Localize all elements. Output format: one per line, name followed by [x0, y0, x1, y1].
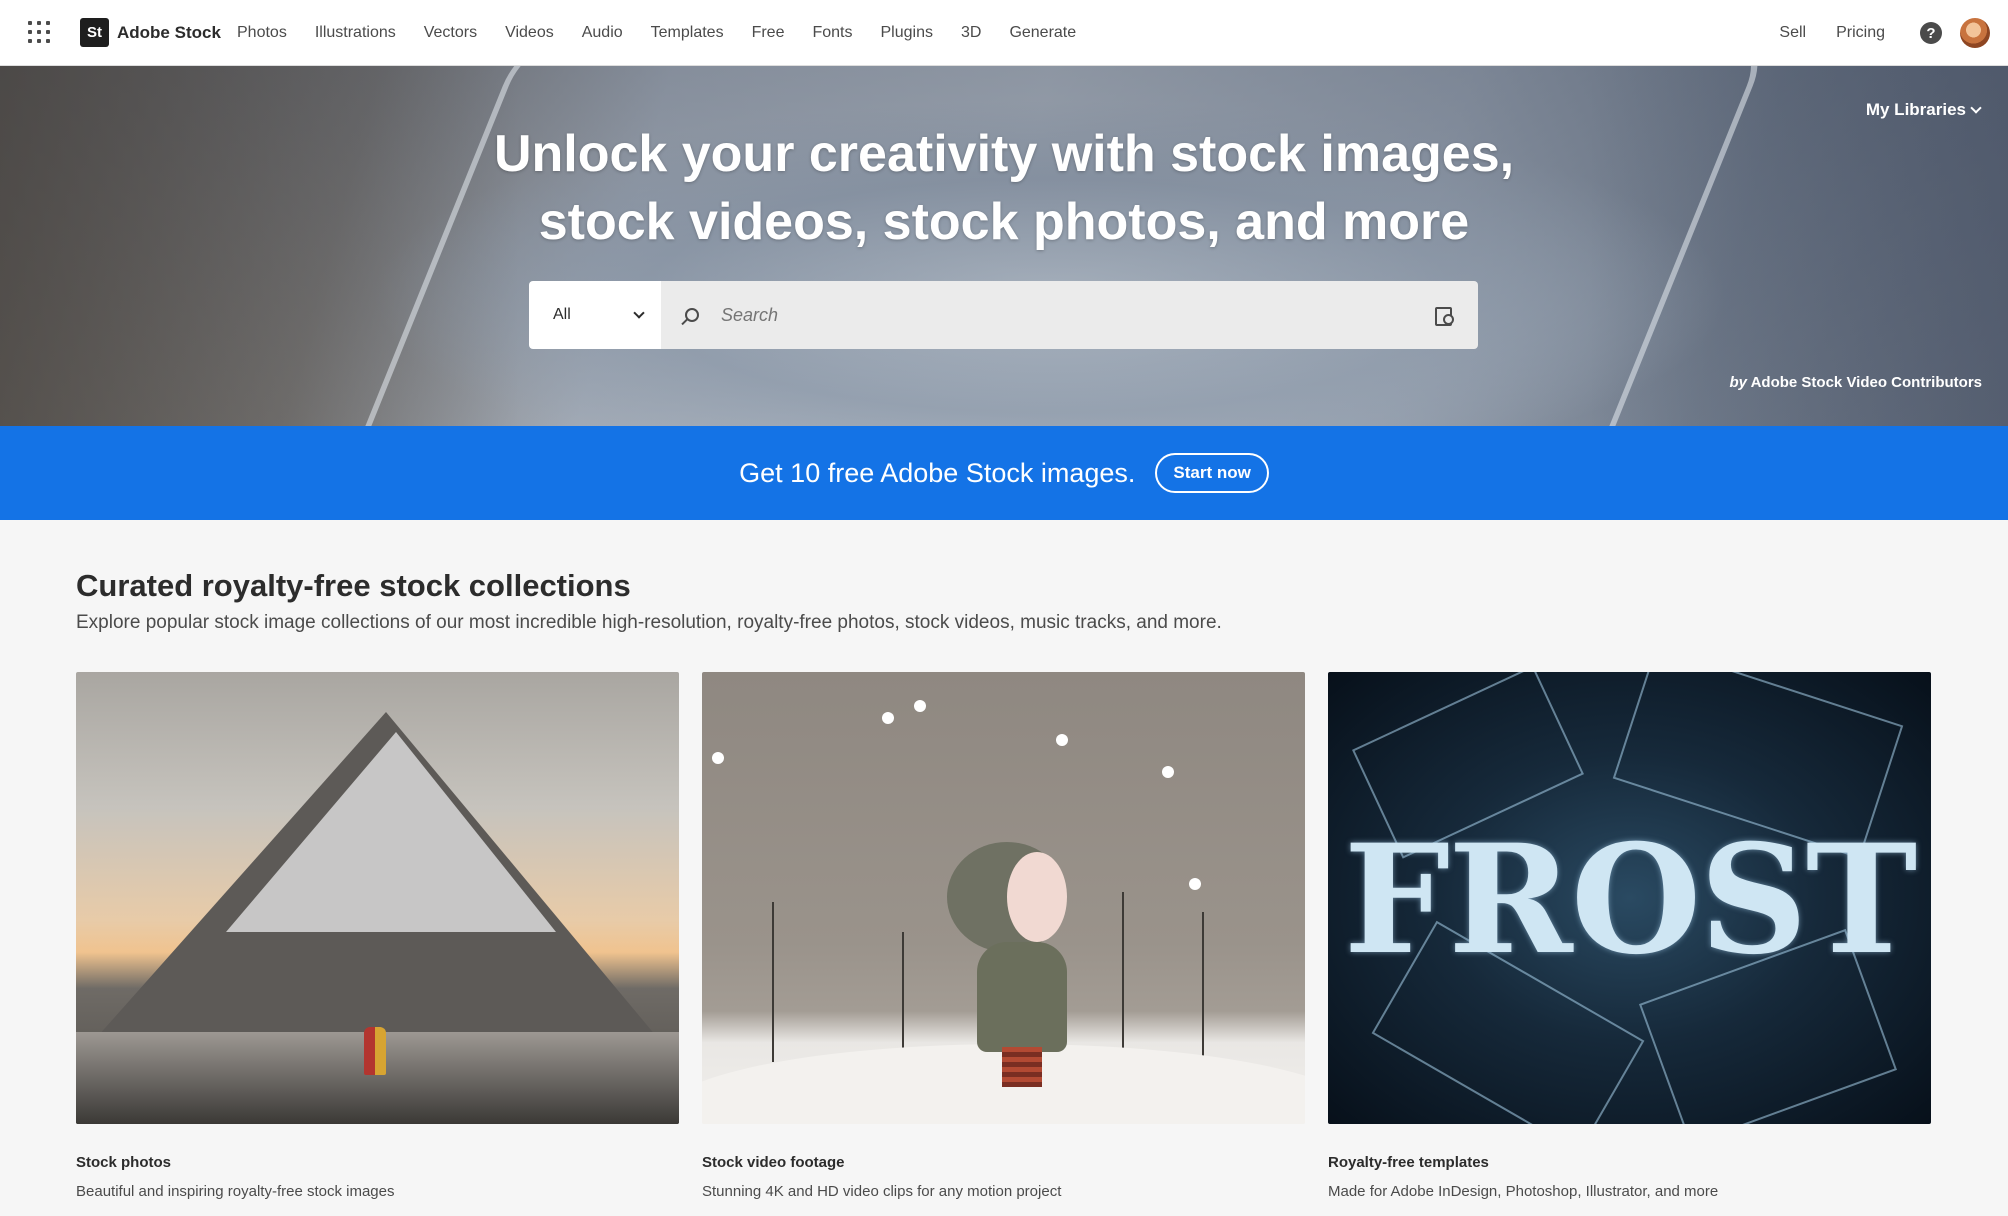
nav-audio[interactable]: Audio	[568, 24, 637, 42]
promo-text: Get 10 free Adobe Stock images.	[739, 457, 1136, 488]
card-title[interactable]: Stock photos	[76, 1154, 679, 1171]
chevron-down-icon	[1970, 102, 1982, 114]
visual-search-icon[interactable]	[1434, 305, 1454, 326]
search-bar: All	[529, 281, 1478, 349]
frost-template-image[interactable]: FROST	[1328, 672, 1931, 1124]
promo-banner: Get 10 free Adobe Stock images. Start no…	[0, 426, 2008, 520]
nav-photos[interactable]: Photos	[237, 24, 301, 42]
search-input[interactable]	[719, 303, 1434, 327]
people-figure	[364, 1027, 386, 1075]
nav-generate[interactable]: Generate	[995, 24, 1090, 42]
my-libraries-label: My Libraries	[1865, 100, 1966, 119]
brand-name: Adobe Stock	[117, 22, 221, 42]
nav-templates[interactable]: Templates	[637, 24, 738, 42]
girl-face	[1007, 852, 1067, 942]
nav-3d[interactable]: 3D	[947, 24, 995, 42]
tree	[902, 932, 904, 1062]
search-category-select[interactable]: All	[529, 281, 661, 349]
girl-figure	[937, 842, 1087, 1087]
nav-right: Sell Pricing ?	[1764, 0, 2008, 66]
nav-videos[interactable]: Videos	[491, 24, 568, 42]
my-libraries-button[interactable]: My Libraries	[1865, 100, 1982, 120]
search-icon	[685, 308, 699, 322]
search-field	[661, 281, 1478, 349]
girl-coat	[977, 942, 1067, 1052]
pricing-link[interactable]: Pricing	[1821, 24, 1900, 42]
collections-subtitle: Explore popular stock image collections …	[76, 612, 1222, 633]
tree	[772, 902, 774, 1062]
snowflake	[712, 752, 724, 764]
nav-illustrations[interactable]: Illustrations	[301, 24, 410, 42]
hero-credit-by: by	[1729, 374, 1747, 391]
snowflake	[1056, 734, 1068, 746]
card-description: Made for Adobe InDesign, Photoshop, Illu…	[1328, 1183, 1719, 1200]
snowflake	[1189, 878, 1201, 890]
hero-title: Unlock your creativity with stock images…	[493, 125, 1515, 251]
collection-card-stock-photos[interactable]: Stock photos Beautiful and inspiring roy…	[76, 672, 679, 1200]
card-description: Beautiful and inspiring royalty-free sto…	[76, 1183, 395, 1200]
collections-title: Curated royalty-free stock collections	[76, 568, 631, 603]
hero-credit-name: Adobe Stock Video Contributors	[1750, 374, 1982, 391]
collection-card-templates[interactable]: FROST Royalty-free templates Made for Ad…	[1328, 672, 1931, 1200]
collection-cards: Stock photos Beautiful and inspiring roy…	[76, 672, 1931, 1200]
apps-grid-icon[interactable]	[28, 21, 50, 43]
start-now-button[interactable]: Start now	[1155, 453, 1269, 493]
search-category-value: All	[553, 306, 571, 323]
nav-free[interactable]: Free	[738, 24, 799, 42]
tree	[1202, 912, 1204, 1062]
mountain-photo[interactable]	[76, 672, 679, 1124]
top-navigation: St Adobe Stock Photos Illustrations Vect…	[0, 0, 2008, 66]
snowflake	[882, 712, 894, 724]
mountain-snow-shape	[226, 732, 556, 932]
help-icon[interactable]: ?	[1920, 22, 1942, 44]
collection-card-stock-video[interactable]: Stock video footage Stunning 4K and HD v…	[702, 672, 1305, 1200]
avatar[interactable]	[1960, 18, 1990, 48]
illustrated-girl-video-thumbnail[interactable]	[702, 672, 1305, 1124]
main-nav: Photos Illustrations Vectors Videos Audi…	[237, 0, 1090, 66]
snowflake	[1162, 766, 1174, 778]
nav-plugins[interactable]: Plugins	[867, 24, 947, 42]
brand-link[interactable]: St Adobe Stock	[80, 18, 221, 47]
tree	[1122, 892, 1124, 1052]
nav-fonts[interactable]: Fonts	[798, 24, 866, 42]
nav-vectors[interactable]: Vectors	[410, 24, 491, 42]
adobe-stock-logo-icon: St	[80, 18, 109, 47]
card-description: Stunning 4K and HD video clips for any m…	[702, 1183, 1062, 1200]
chevron-down-icon	[633, 307, 645, 319]
snowflake	[914, 700, 926, 712]
hero-credit[interactable]: by Adobe Stock Video Contributors	[1729, 374, 1982, 391]
girl-legs	[1002, 1047, 1042, 1087]
hero-banner: My Libraries Unlock your creativity with…	[0, 66, 2008, 426]
frost-text: FROST	[1343, 812, 1918, 988]
card-title[interactable]: Stock video footage	[702, 1154, 1305, 1171]
card-title[interactable]: Royalty-free templates	[1328, 1154, 1931, 1171]
sell-link[interactable]: Sell	[1764, 24, 1821, 42]
